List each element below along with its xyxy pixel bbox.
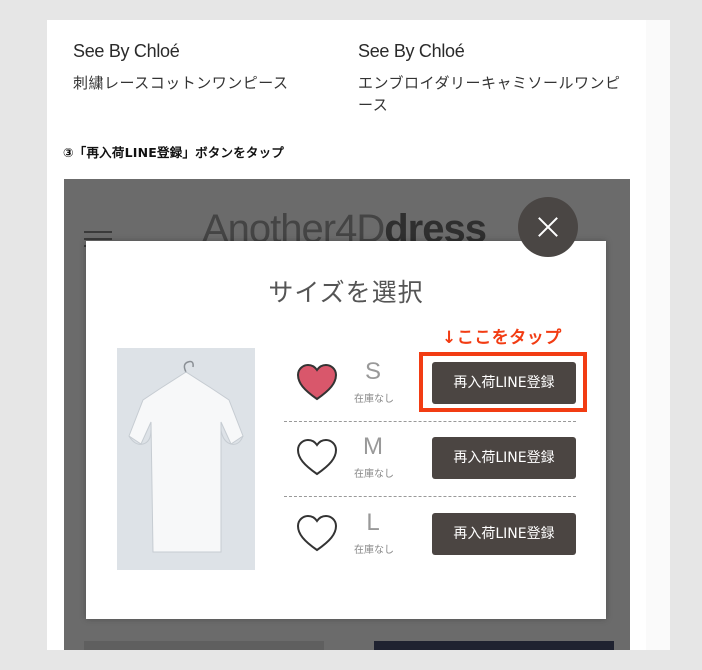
product-list: See By Chloé 刺繍レースコットンワンピース See By Chloé… [47, 20, 646, 130]
product-name: 刺繍レースコットンワンピース [73, 74, 289, 92]
restock-line-button[interactable]: 再入荷LINE登録 [432, 437, 576, 479]
restock-line-button[interactable]: 再入荷LINE登録 [432, 513, 576, 555]
product-card[interactable]: See By Chloé 刺繍レースコットンワンピース [73, 40, 343, 94]
background-product-image [84, 641, 324, 650]
size-select-modal: サイズを選択 ↓ここをタップ S 在庫なし 再入荷LINE登録 M 在庫なし 再… [86, 241, 606, 619]
size-row-m: M 在庫なし 再入荷LINE登録 [288, 431, 588, 491]
stock-status: 在庫なし [354, 469, 394, 480]
heart-outline-icon[interactable] [296, 439, 338, 477]
size-label: S [364, 358, 381, 385]
product-name: エンブロイダリーキャミソールワンピース [358, 74, 621, 114]
product-card[interactable]: See By Chloé エンブロイダリーキャミソールワンピース [358, 40, 628, 116]
step-instruction: ③「再入荷LINE登録」ボタンをタップ [63, 145, 285, 160]
size-row-l: L 在庫なし 再入荷LINE登録 [288, 507, 588, 567]
row-divider [284, 421, 576, 422]
row-divider [284, 496, 576, 497]
stock-status: 在庫なし [354, 545, 394, 556]
product-brand: See By Chloé [358, 41, 465, 61]
stock-status: 在庫なし [354, 394, 394, 405]
tap-highlight-box [419, 352, 587, 412]
modal-title: サイズを選択 [268, 278, 424, 307]
size-label: M [363, 433, 383, 460]
background-product-image [374, 641, 614, 650]
heart-outline-icon[interactable] [296, 515, 338, 553]
size-label: L [366, 509, 380, 536]
close-icon[interactable] [518, 197, 578, 257]
dress-product-image [117, 348, 255, 570]
page-margin [646, 20, 670, 650]
heart-filled-icon[interactable] [296, 364, 338, 402]
tap-here-annotation: ↓ここをタップ [442, 328, 562, 348]
product-brand: See By Chloé [73, 41, 180, 61]
